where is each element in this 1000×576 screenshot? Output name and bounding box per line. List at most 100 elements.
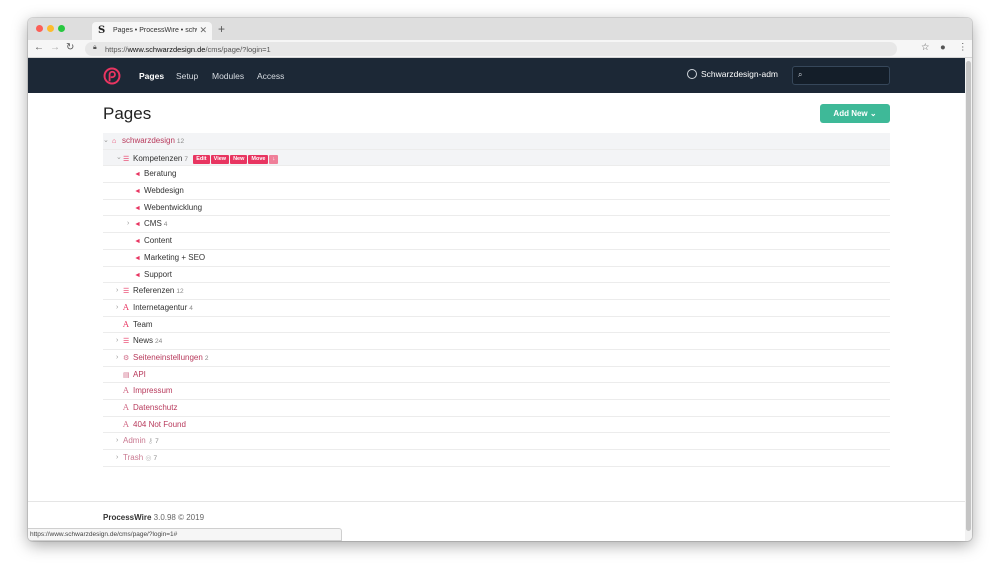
expand-icon[interactable]: › [116, 283, 118, 299]
menu-kebab-icon[interactable]: ⋮ [958, 42, 968, 53]
tree-item-label[interactable]: Internetagentur [133, 303, 187, 312]
minimize-window-button[interactable] [47, 25, 54, 32]
tree-row[interactable]: ◄ Content [103, 233, 890, 250]
tree-row[interactable]: › ☰ News 24 [103, 333, 890, 350]
address-input[interactable]: 🔒︎ https://www.schwarzdesign.de/cms/page… [85, 42, 897, 56]
tree-row-kompetenzen[interactable]: ⌄ ☰ Kompetenzen 7 Edit View New Move ↓ [103, 149, 890, 167]
favicon-icon: S [98, 25, 106, 36]
child-count: 12 [176, 288, 184, 296]
new-tab-icon[interactable]: + [218, 22, 225, 36]
expand-icon[interactable]: › [116, 433, 118, 449]
footer-brand[interactable]: ProcessWire [103, 513, 151, 522]
tree-row-root[interactable]: ⌄ ⌂ schwarzdesign 12 [103, 133, 890, 150]
tree-item-label[interactable]: Webdesign [144, 186, 184, 195]
user-menu[interactable]: Schwarzdesign-adm [687, 69, 778, 79]
edit-button[interactable]: Edit [193, 154, 210, 164]
status-bar-url: https://www.schwarzdesign.de/cms/page/?l… [28, 528, 342, 541]
tree-row[interactable]: ◄ Webdesign [103, 183, 890, 200]
megaphone-icon: ◄ [134, 238, 141, 246]
tree-row[interactable]: › Trash ◎ 7 [103, 450, 890, 467]
child-count: 7 [184, 155, 188, 163]
tree-row[interactable]: ◄ Webentwicklung [103, 200, 890, 217]
view-button[interactable]: View [210, 154, 230, 164]
nav-access[interactable]: Access [257, 71, 284, 81]
tree-row[interactable]: A Datenschutz [103, 400, 890, 417]
user-name: Schwarzdesign-adm [701, 69, 779, 79]
tree-item-label[interactable]: Webentwicklung [144, 203, 202, 212]
processwire-logo-icon[interactable] [103, 67, 121, 85]
tree-row[interactable]: A 404 Not Found [103, 417, 890, 434]
tree-item-label[interactable]: Impressum [133, 386, 173, 395]
scrollbar[interactable] [965, 58, 972, 541]
reload-icon[interactable]: ↻ [66, 42, 74, 53]
bookmark-star-icon[interactable]: ☆ [921, 42, 930, 53]
lock-icon: 🔒︎ [93, 44, 97, 51]
forward-icon[interactable]: → [50, 42, 60, 53]
address-url: https://www.schwarzdesign.de/cms/page/?l… [105, 44, 271, 54]
tree-row[interactable]: ▤ API [103, 367, 890, 384]
home-icon: ⌂ [112, 138, 117, 145]
list-icon: ☰ [123, 288, 130, 296]
tree-item-label[interactable]: Kompetenzen [133, 154, 182, 163]
tree-item-label[interactable]: Support [144, 270, 172, 279]
tree-item-label[interactable]: Content [144, 236, 172, 245]
move-button[interactable]: Move [248, 154, 269, 164]
tree-item-label[interactable]: schwarzdesign [122, 136, 175, 145]
tree-item-label[interactable]: Trash [123, 453, 143, 462]
trash-icon: ◎ [145, 455, 152, 463]
tab-close-icon[interactable]: ✕ [199, 25, 207, 36]
tree-item-label[interactable]: API [133, 370, 146, 379]
list-icon: ☰ [123, 155, 130, 163]
new-button[interactable]: New [230, 154, 248, 164]
tree-row[interactable]: ◄ Support [103, 267, 890, 284]
tree-row[interactable]: A Impressum [103, 383, 890, 400]
expand-icon[interactable]: › [127, 216, 129, 232]
tree-row[interactable]: › ☰ Referenzen 12 [103, 283, 890, 300]
tree-item-label[interactable]: Seiteneinstellungen [133, 353, 203, 362]
tree-item-label[interactable]: Team [133, 320, 153, 329]
font-icon: A [123, 386, 129, 396]
user-icon [687, 69, 697, 79]
key-icon: ⚷ [147, 438, 154, 446]
tree-item-label[interactable]: CMS [144, 219, 162, 228]
nav-setup[interactable]: Setup [176, 71, 198, 81]
tree-row[interactable]: › A Internetagentur 4 [103, 300, 890, 317]
search-input[interactable]: ⌕ [792, 66, 890, 85]
child-count: 4 [163, 221, 168, 229]
add-new-button[interactable]: Add New ⌄ [820, 104, 890, 123]
close-window-button[interactable] [36, 25, 43, 32]
tree-row[interactable]: ◄ Marketing + SEO [103, 250, 890, 267]
tab-title: Pages • ProcessWire • schwarzdesign.de [113, 27, 197, 34]
expand-icon[interactable]: › [116, 350, 118, 366]
back-icon[interactable]: ← [34, 42, 44, 53]
page-tree: ⌄ ⌂ schwarzdesign 12 ⌄ ☰ Kompetenzen 7 Edit V… [103, 133, 890, 467]
expand-icon[interactable]: › [116, 450, 118, 466]
tree-row[interactable]: › ⚙ Seiteneinstellungen 2 [103, 350, 890, 367]
profile-icon[interactable]: ● [940, 42, 946, 53]
tree-item-label[interactable]: News [133, 336, 153, 345]
browser-tab[interactable]: S Pages • ProcessWire • schwarzdesign.de… [92, 22, 212, 40]
font-icon: A [123, 319, 129, 329]
tab-bar: S Pages • ProcessWire • schwarzdesign.de… [28, 18, 972, 40]
expand-icon[interactable]: › [116, 300, 118, 316]
collapse-icon[interactable]: ⌄ [103, 133, 109, 149]
more-actions-button[interactable]: ↓ [269, 154, 279, 164]
collapse-icon[interactable]: ⌄ [116, 150, 122, 166]
tree-row[interactable]: › ◄ CMS 4 [103, 216, 890, 234]
footer-divider [28, 501, 965, 502]
tree-item-label[interactable]: 404 Not Found [133, 420, 186, 429]
tree-row[interactable]: › Admin ⚷ 7 [103, 433, 890, 451]
tree-item-label[interactable]: Marketing + SEO [144, 253, 205, 262]
tree-item-label[interactable]: Datenschutz [133, 403, 177, 412]
maximize-window-button[interactable] [58, 25, 65, 32]
child-count: 12 [176, 138, 185, 145]
expand-icon[interactable]: › [116, 333, 118, 349]
tree-item-label[interactable]: Beratung [144, 169, 176, 178]
tree-row[interactable]: A Team [103, 317, 890, 334]
tree-row[interactable]: ◄ Beratung [103, 166, 890, 184]
nav-pages[interactable]: Pages [139, 71, 164, 81]
tree-item-label[interactable]: Admin [123, 436, 146, 445]
scrollbar-thumb[interactable] [966, 61, 971, 531]
nav-modules[interactable]: Modules [212, 71, 244, 81]
tree-item-label[interactable]: Referenzen [133, 286, 174, 295]
